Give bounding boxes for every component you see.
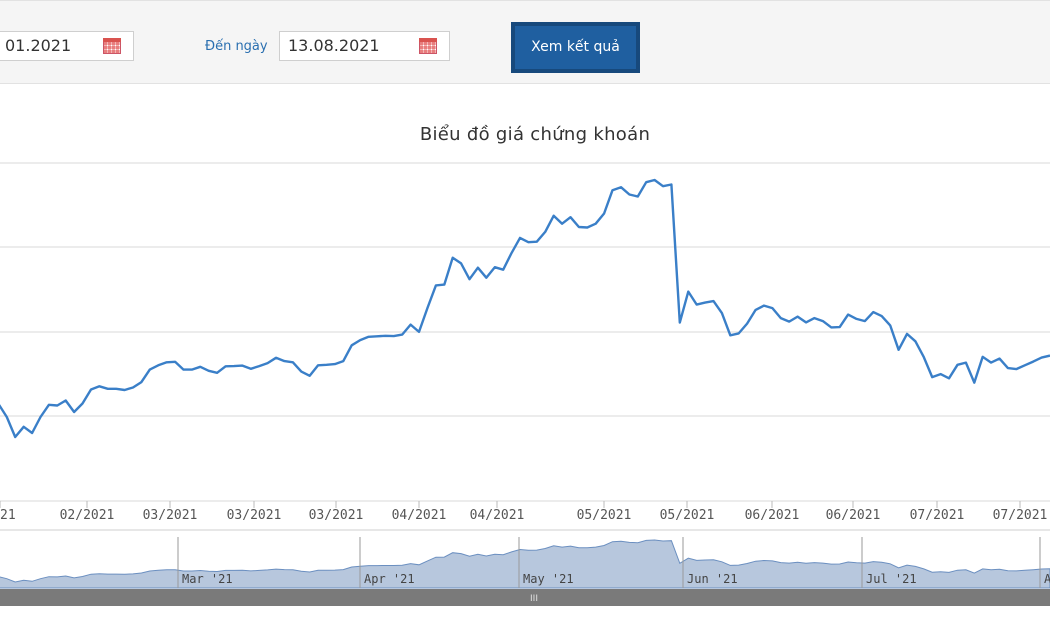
x-tick-label: 03/2021 [143,508,198,523]
navigator-label: Jul '21 [866,572,917,586]
navigator[interactable]: Mar '21 Apr '21 May '21 Jun '21 Jul '21 A [0,529,1050,589]
x-tick-label: 03/2021 [309,508,364,523]
x-tick-label: 06/2021 [826,508,881,523]
scrollbar-handle[interactable]: III [530,594,538,604]
price-chart: 2021 02/2021 03/2021 03/2021 03/2021 04/2021 0… [0,162,1050,606]
x-tick-label: 05/2021 [577,508,632,523]
price-line [0,178,1050,439]
x-tick-label: 03/2021 [227,508,282,523]
navigator-label: Mar '21 [182,572,233,586]
x-tick-label: 06/2021 [745,508,800,523]
navigator-label: May '21 [523,572,574,586]
x-tick-label: 2021 [0,508,16,523]
x-tick-label: 04/2021 [470,508,525,523]
navigator-label: Jun '21 [687,572,738,586]
x-tick-label: 07/2021 [993,508,1048,523]
x-tick-label: 05/2021 [660,508,715,523]
navigator-label: Apr '21 [364,572,415,586]
scrollbar[interactable] [0,589,1050,606]
x-axis-ticks: 2021 02/2021 03/2021 03/2021 03/2021 04/2021 0… [0,501,1047,523]
navigator-label: A [1044,572,1050,586]
x-tick-label: 07/2021 [910,508,965,523]
x-tick-label: 02/2021 [60,508,115,523]
series-layer [0,178,1050,439]
x-tick-label: 04/2021 [392,508,447,523]
